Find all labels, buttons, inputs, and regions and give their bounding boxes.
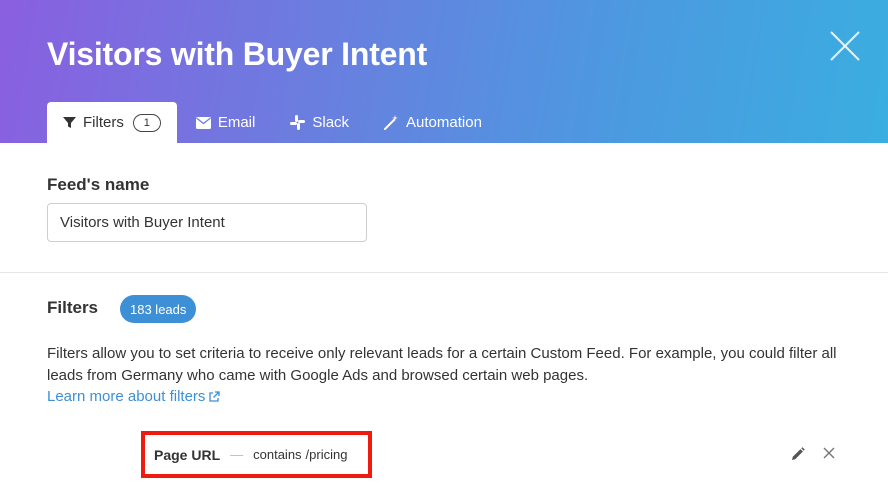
feed-name-input[interactable] [47,203,367,242]
tab-label: Slack [312,114,350,131]
modal-header: Visitors with Buyer Intent Filters 1 Ema… [0,0,888,143]
external-link-icon [208,391,221,403]
leads-count-badge: 183 leads [120,295,197,323]
slack-icon [290,115,306,130]
tab-automation[interactable]: Automation [368,102,498,143]
tab-label: Automation [406,114,482,131]
filters-heading: Filters [47,298,99,317]
tab-label: Filters [83,114,124,131]
tab-bar: Filters 1 Email Slack Automation [47,102,501,143]
modal-title: Visitors with Buyer Intent [47,36,428,72]
section-divider [0,272,888,273]
feed-name-label: Feed's name [47,175,150,194]
learn-more-link[interactable]: Learn more about filters [47,387,221,407]
tab-email[interactable]: Email [180,102,272,143]
learn-more-text: Learn more about filters [47,388,206,405]
filter-separator: — [230,447,244,462]
tab-label: Email [217,114,256,131]
close-icon[interactable] [828,29,862,63]
filter-field: Page URL [154,446,221,463]
remove-icon[interactable] [822,446,836,460]
funnel-icon [63,116,76,129]
filter-value: /pricing [305,447,348,462]
tab-slack[interactable]: Slack [274,102,365,143]
envelope-icon [195,116,211,129]
filter-count-badge: 1 [132,113,161,132]
filter-operator: contains [253,447,302,462]
pencil-icon[interactable] [790,446,806,462]
filters-description: Filters allow you to set criteria to rec… [47,345,837,384]
tab-filters[interactable]: Filters 1 [47,102,177,143]
magic-wand-icon [384,115,399,130]
filter-rule[interactable]: Page URL — contains /pricing [141,431,372,478]
